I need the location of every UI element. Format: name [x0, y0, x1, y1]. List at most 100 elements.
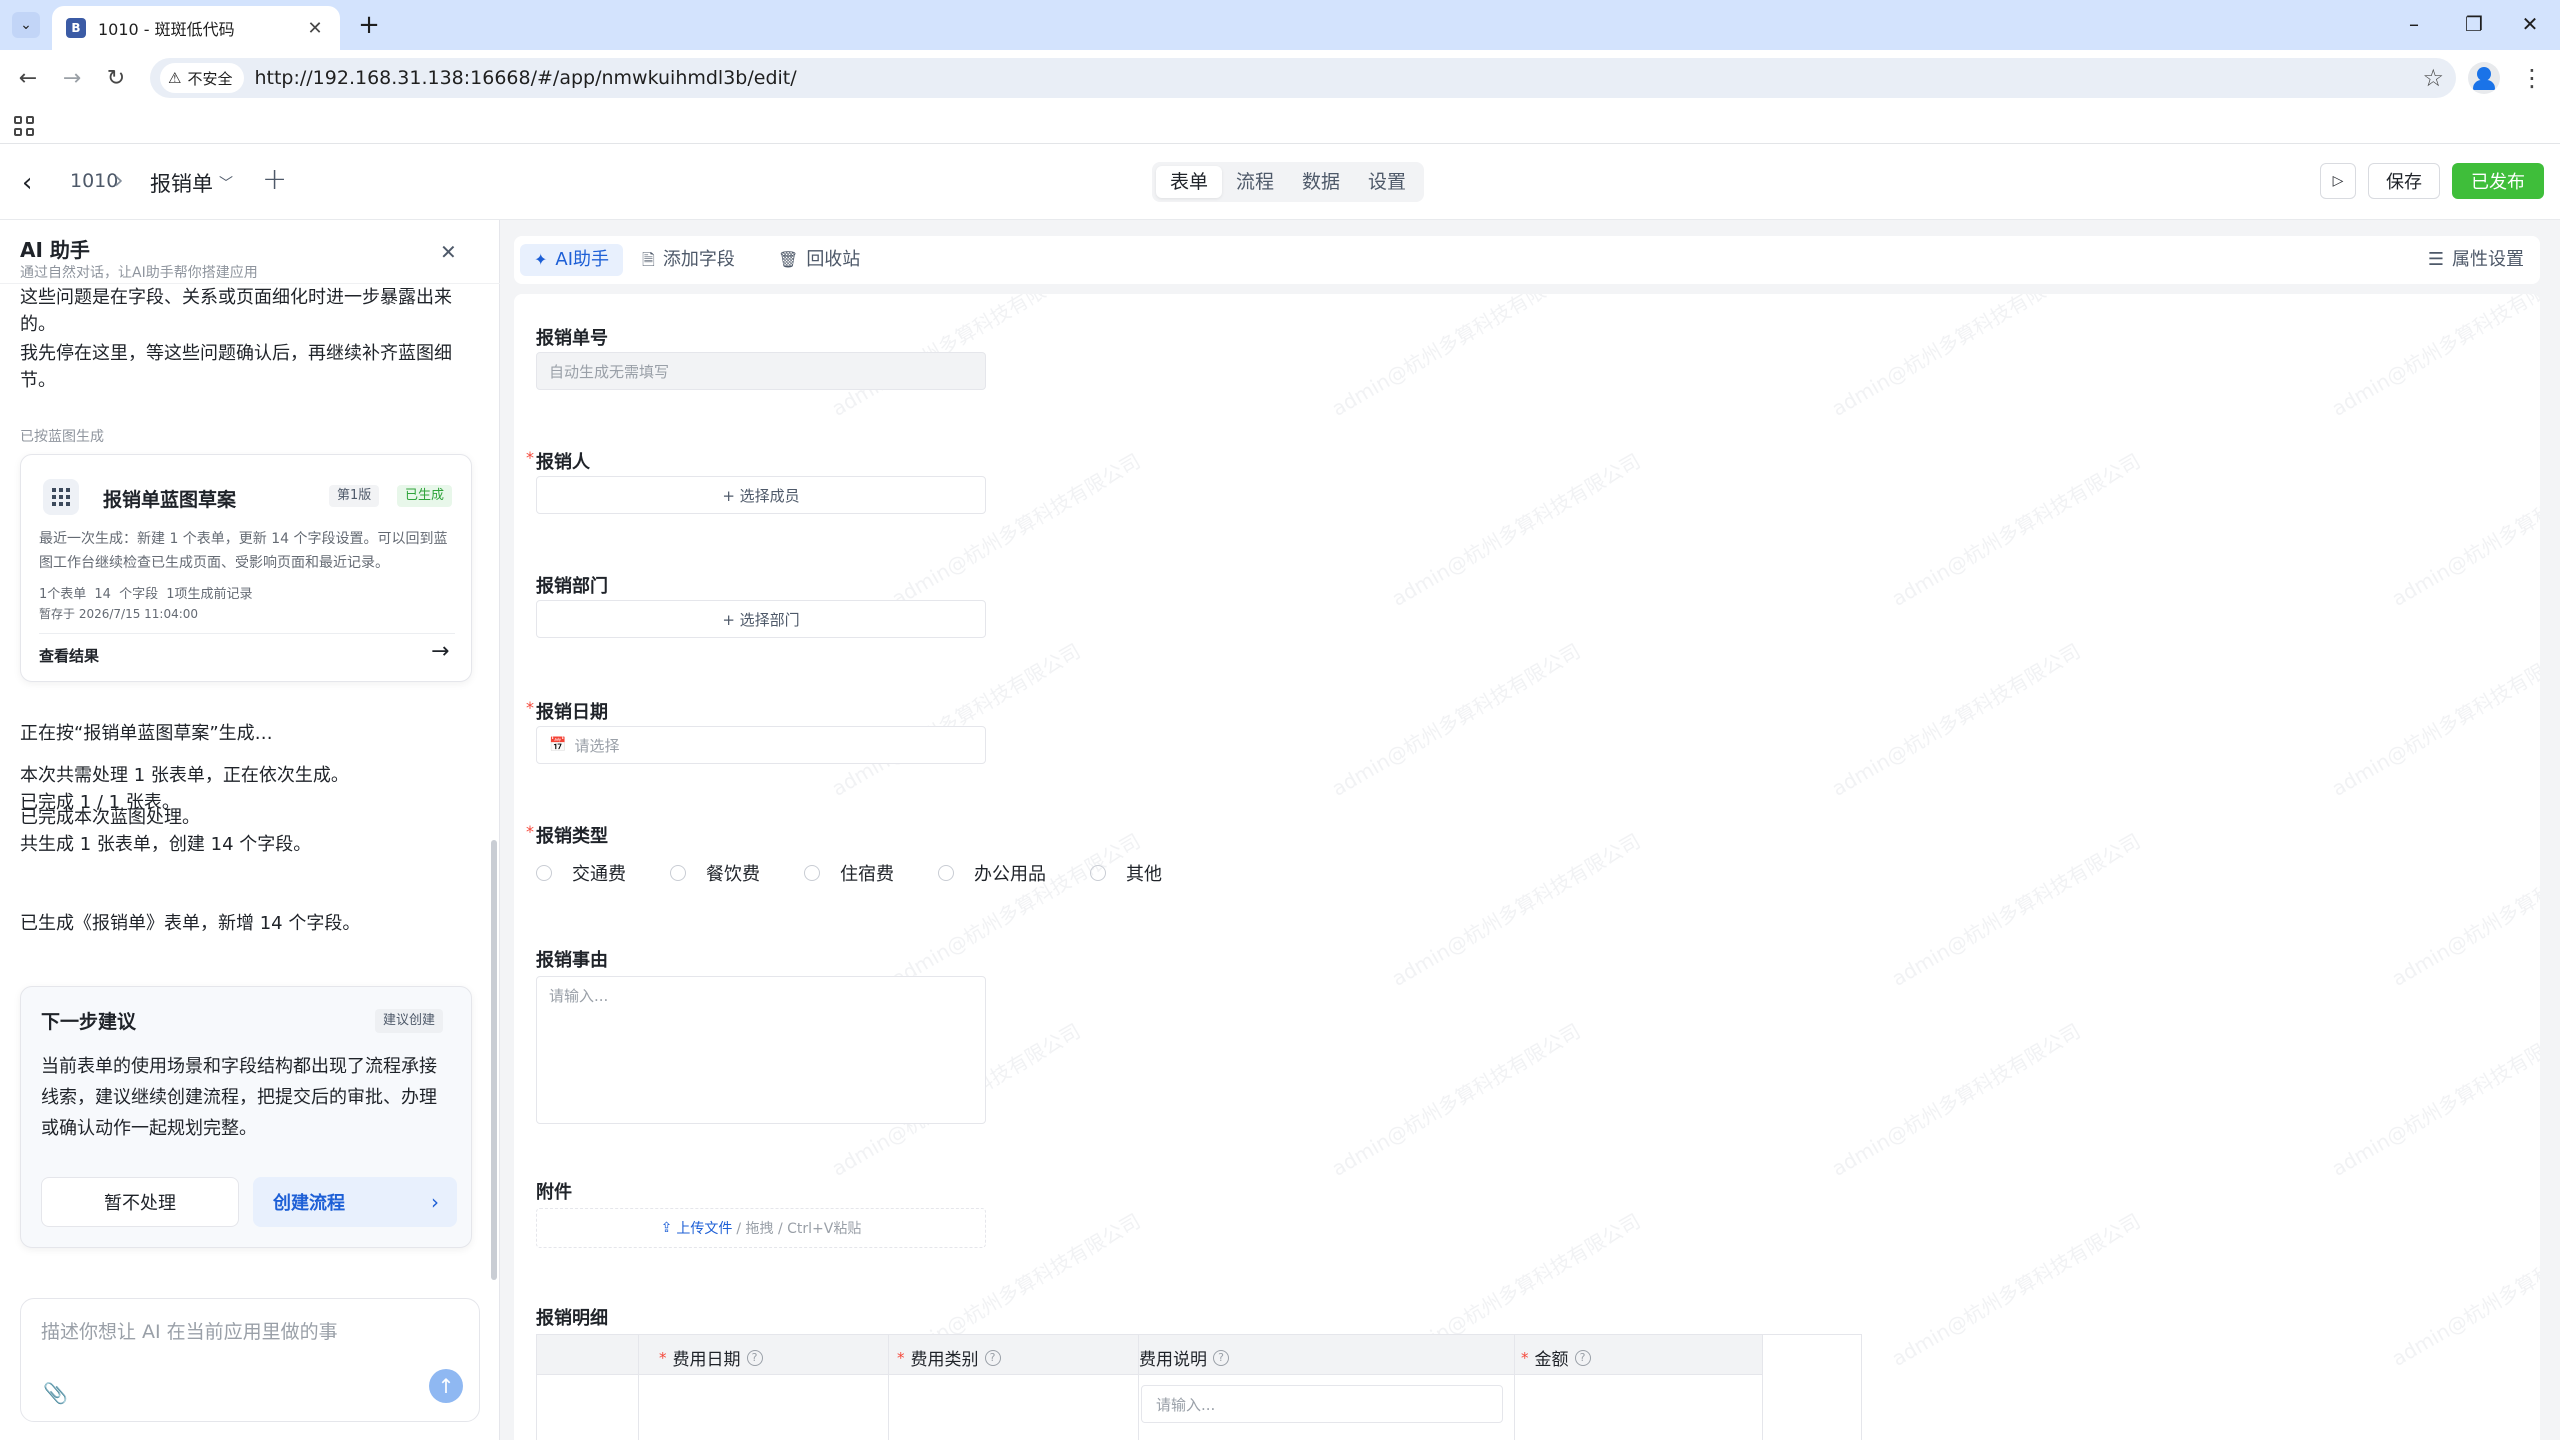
chat-message: 已完成本次蓝图处理。 共生成 1 张表单，创建 14 个字段。	[20, 807, 312, 855]
forward-arrow-icon[interactable]: →	[56, 62, 88, 94]
column-header[interactable]: 金额	[1535, 1345, 1569, 1370]
watermark-text: admin@杭州多算科技有限公司	[1387, 448, 1645, 611]
blueprint-card: 报销单蓝图草案 第1版 已生成 最近一次生成：新建 1 个表单，更新 14 个字…	[20, 454, 472, 682]
scrollbar[interactable]	[491, 840, 497, 1280]
watermark-text: admin@杭州多算科技有限公司	[1327, 638, 1585, 801]
radio-option[interactable]: 办公用品	[938, 860, 1046, 886]
radio-option[interactable]: 住宿费	[804, 860, 894, 886]
tab-data[interactable]: 数据	[1288, 166, 1354, 198]
breadcrumb-form-name: 报销单	[150, 172, 213, 196]
radio-option[interactable]: 交通费	[536, 860, 626, 886]
url-text[interactable]: http://192.168.31.138:16668/#/app/nmwkui…	[254, 67, 796, 89]
ai-composer: 📎 ↑	[20, 1298, 480, 1422]
bookmark-star-icon[interactable]: ☆	[2422, 64, 2444, 92]
close-icon[interactable]: ✕	[440, 240, 457, 264]
property-settings-button[interactable]: ☰ 属性设置	[2428, 244, 2524, 276]
close-icon[interactable]: ✕	[304, 18, 326, 39]
subtable-column: * 费用类别?	[889, 1335, 1139, 1440]
field-label-expense-no[interactable]: 报销单号	[536, 324, 608, 350]
help-question-icon[interactable]: ?	[1213, 1349, 1229, 1366]
add-form-icon[interactable]: +	[262, 162, 287, 197]
detail-description-input[interactable]: 请输入...	[1141, 1385, 1503, 1423]
date-picker-field[interactable]: 📅 请选择	[536, 726, 986, 764]
subtable-column: * 费用日期?	[639, 1335, 889, 1440]
address-bar[interactable]: ⚠ 不安全 http://192.168.31.138:16668/#/app/…	[150, 58, 2456, 98]
select-department-button[interactable]: + 选择部门	[536, 600, 986, 638]
help-question-icon[interactable]: ?	[746, 1349, 763, 1366]
breadcrumb-app[interactable]: 1010	[70, 170, 118, 192]
security-label: 不安全	[187, 69, 233, 88]
tab-form[interactable]: 表单	[1156, 166, 1223, 198]
security-indicator[interactable]: ⚠ 不安全	[160, 63, 245, 93]
field-label-claimant[interactable]: 报销人	[536, 448, 590, 474]
field-label-date[interactable]: 报销日期	[536, 698, 608, 724]
publish-button[interactable]: 已发布	[2452, 163, 2544, 199]
window-close-icon[interactable]: ✕	[2500, 8, 2560, 40]
form-canvas: admin@杭州多算科技有限公司 admin@杭州多算科技有限公司 admin@杭州…	[514, 294, 2540, 1440]
field-label-reason[interactable]: 报销事由	[536, 946, 608, 972]
tab-flow[interactable]: 流程	[1222, 166, 1288, 198]
browser-tab[interactable]: B 1010 - 斑斑低代码 ✕	[52, 6, 340, 50]
column-header[interactable]: 费用类别	[911, 1345, 979, 1370]
reason-textarea[interactable]: 请输入...	[536, 976, 986, 1124]
column-header[interactable]: 费用日期	[673, 1345, 741, 1370]
recycle-bin-button[interactable]: 🗑 回收站	[764, 244, 874, 276]
back-arrow-icon[interactable]: ←	[12, 62, 44, 94]
tab-title: 1010 - 斑斑低代码	[98, 20, 235, 39]
field-label-details[interactable]: 报销明细	[536, 1304, 608, 1330]
required-mark: *	[897, 1348, 905, 1367]
create-flow-button[interactable]: 创建流程 ›	[253, 1177, 457, 1227]
browser-menu-icon[interactable]: ⋮	[2520, 62, 2544, 94]
next-step-title: 下一步建议	[41, 1011, 137, 1033]
recycle-bin-label: 回收站	[806, 249, 861, 270]
field-label-type[interactable]: 报销类型	[536, 822, 608, 848]
tab-settings[interactable]: 设置	[1354, 166, 1420, 198]
expense-type-radio-group: 交通费 餐饮费 住宿费 办公用品 其他	[536, 860, 1206, 886]
date-placeholder: 请选择	[574, 736, 620, 755]
ai-conversation[interactable]: 这些问题是在字段、关系或页面细化时进一步暴露出来的。 我先停在这里，等这些问题确…	[0, 284, 500, 1284]
chevron-right-icon: ›	[431, 1190, 439, 1214]
view-result-link[interactable]: 查看结果	[39, 645, 99, 666]
breadcrumb-form-switcher[interactable]: 报销单 ﹀	[150, 168, 233, 198]
column-header[interactable]: 费用说明	[1139, 1345, 1207, 1370]
blueprint-title: 报销单蓝图草案	[103, 489, 237, 511]
save-button[interactable]: 保存	[2368, 163, 2440, 199]
watermark-text: admin@杭州多算科技有限公司	[1827, 638, 2085, 801]
trash-icon: 🗑	[778, 250, 799, 269]
chat-message: 已生成《报销单》表单，新增 14 个字段。	[20, 913, 361, 934]
ai-assistant-panel: AI 助手 通过自然对话，让AI助手帮你搭建应用 ✕ 这些问题是在字段、关系或页…	[0, 220, 500, 1440]
reload-icon[interactable]: ↻	[100, 62, 132, 94]
ai-assistant-toggle[interactable]: ✦ AI助手	[520, 244, 624, 276]
watermark-text: admin@杭州多算科技有限公司	[2387, 828, 2540, 991]
chat-message: 正在按“报销单蓝图草案”生成…	[20, 723, 273, 744]
property-settings-label: 属性设置	[2452, 249, 2524, 270]
attachment-clip-icon[interactable]: 📎	[43, 1381, 68, 1405]
send-arrow-icon[interactable]: ↑	[429, 1369, 463, 1403]
select-member-button[interactable]: + 选择成员	[536, 476, 986, 514]
new-tab-button[interactable]: +	[354, 10, 384, 40]
required-mark: *	[526, 448, 534, 467]
minimize-icon[interactable]: –	[2384, 8, 2444, 40]
apps-grid-icon[interactable]	[14, 116, 34, 136]
upload-hint: / 拖拽 / Ctrl+V粘贴	[736, 1221, 862, 1237]
field-label-attachment[interactable]: 附件	[536, 1178, 572, 1204]
back-chevron-icon[interactable]: ‹	[22, 168, 32, 198]
sliders-icon: ☰	[2427, 249, 2444, 270]
radio-option[interactable]: 餐饮费	[670, 860, 760, 886]
restore-icon[interactable]: ❐	[2444, 8, 2504, 40]
watermark-text: admin@杭州多算科技有限公司	[887, 828, 1145, 991]
sparkle-icon: ✦	[534, 250, 548, 269]
profile-avatar-icon[interactable]	[2468, 62, 2500, 94]
radio-option[interactable]: 其他	[1090, 860, 1162, 886]
help-question-icon[interactable]: ?	[984, 1349, 1001, 1366]
upload-link[interactable]: 上传文件	[676, 1218, 732, 1238]
tab-search-chevron-icon[interactable]: ⌄	[12, 12, 40, 38]
field-label-department[interactable]: 报销部门	[536, 572, 608, 598]
skip-button[interactable]: 暂不处理	[41, 1177, 239, 1227]
add-field-button[interactable]: 🗎 添加字段	[628, 244, 749, 276]
ai-prompt-input[interactable]	[41, 1321, 441, 1343]
upload-area[interactable]: ⇪ 上传文件 / 拖拽 / Ctrl+V粘贴	[536, 1208, 986, 1248]
arrow-right-icon[interactable]: →	[431, 639, 449, 664]
preview-play-icon[interactable]: ▷	[2320, 163, 2356, 199]
help-question-icon[interactable]: ?	[1574, 1349, 1591, 1366]
